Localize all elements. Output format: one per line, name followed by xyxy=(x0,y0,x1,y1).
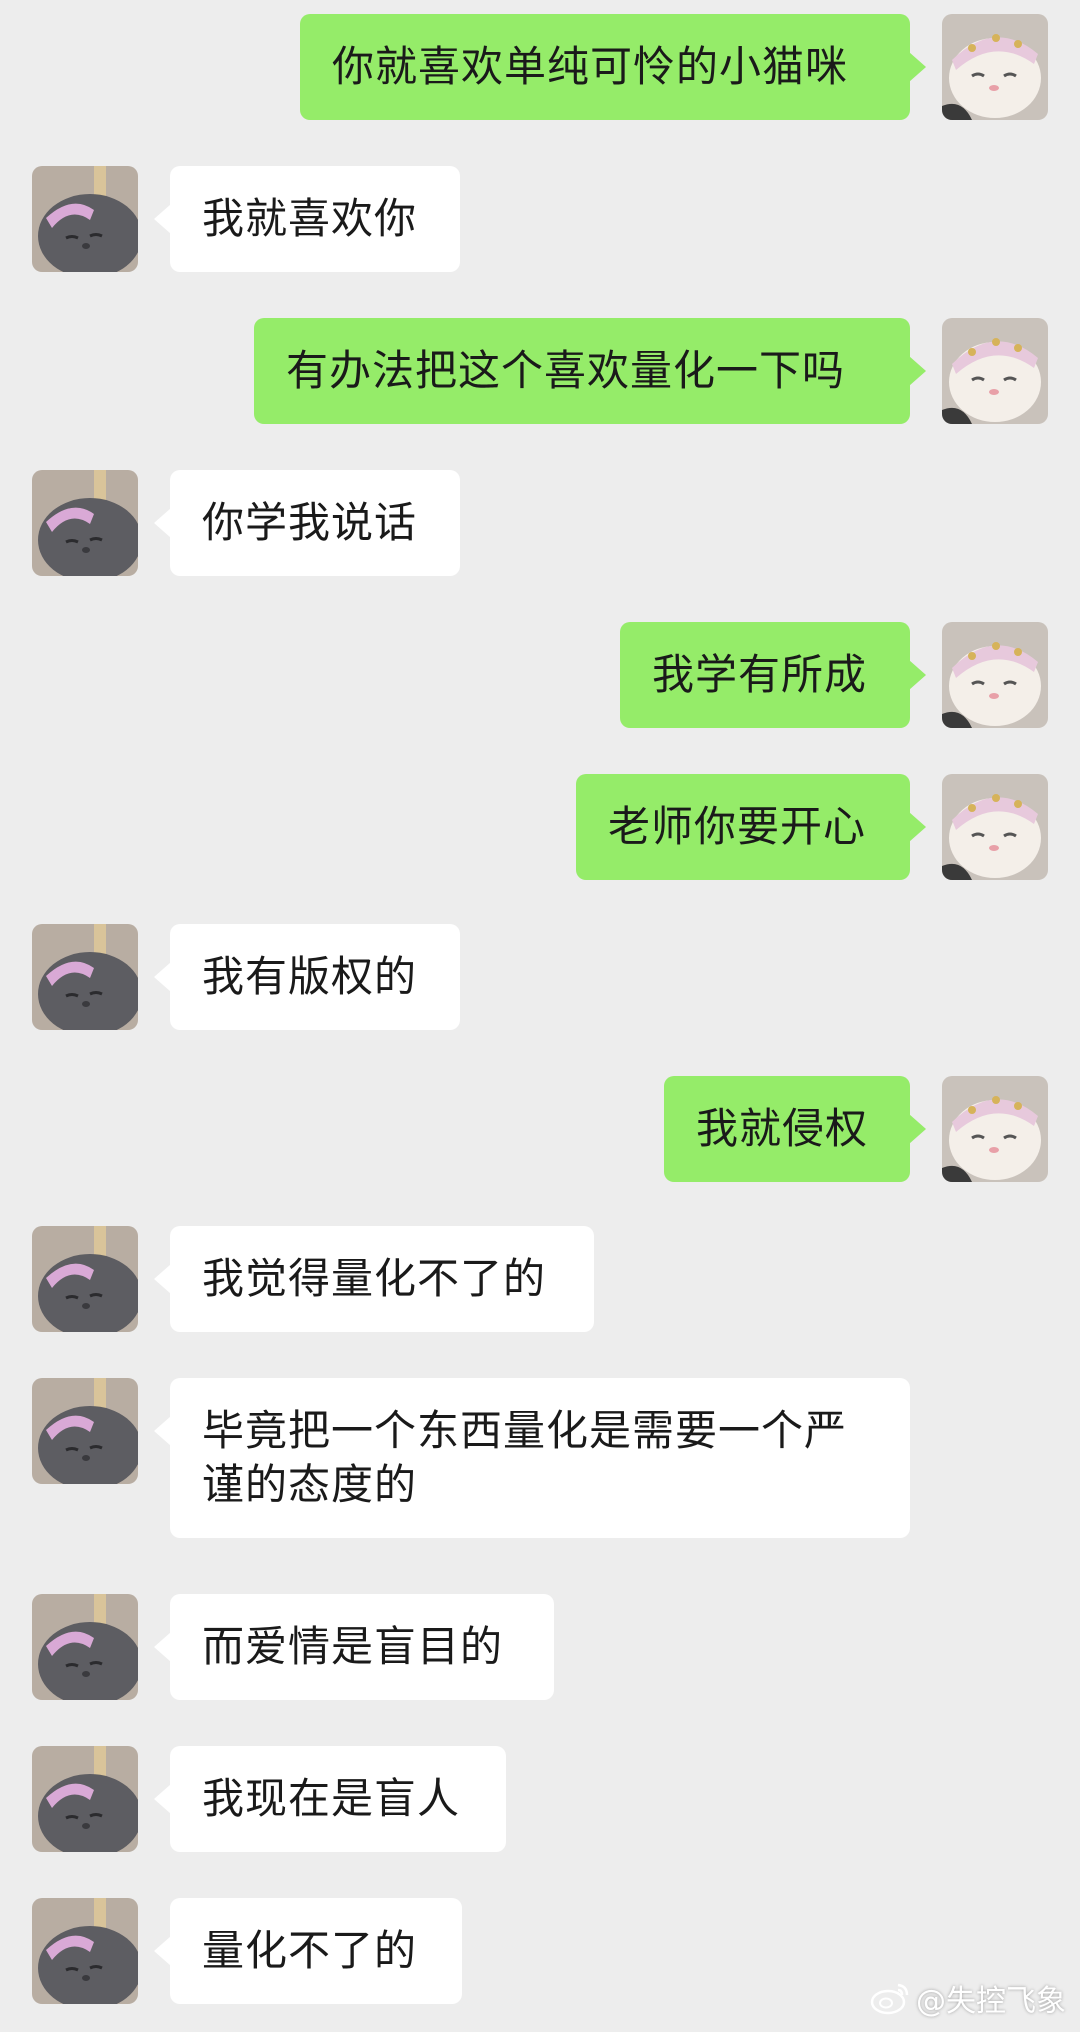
watermark-text: @失控飞象 xyxy=(916,1984,1066,2019)
message-bubble-other[interactable]: 而爱情是盲目的 xyxy=(154,1594,554,1700)
message-text: 我就侵权 xyxy=(696,1104,869,1153)
avatar-other[interactable] xyxy=(32,1226,138,1332)
message-bubble-self[interactable]: 你就喜欢单纯可怜的小猫咪 xyxy=(300,14,926,120)
white-cat-avatar-icon xyxy=(942,622,1048,728)
white-cat-avatar-icon xyxy=(942,14,1048,120)
avatar-self[interactable] xyxy=(942,1076,1048,1182)
gray-cat-avatar-icon xyxy=(32,1898,138,2004)
avatar-other[interactable] xyxy=(32,1594,138,1700)
gray-cat-avatar-icon xyxy=(32,470,138,576)
message-bubble-other[interactable]: 我有版权的 xyxy=(154,924,460,1030)
white-cat-avatar-icon xyxy=(942,318,1048,424)
message-bubble-other[interactable]: 毕竟把一个东西量化是需要一个严谨的态度的 xyxy=(154,1378,910,1538)
message-text: 我学有所成 xyxy=(652,650,868,699)
message-bubble-other[interactable]: 我觉得量化不了的 xyxy=(154,1226,594,1332)
watermark: @失控飞象 xyxy=(870,1976,1066,2020)
message-text: 我觉得量化不了的 xyxy=(202,1254,547,1303)
message-bubble-self[interactable]: 我学有所成 xyxy=(620,622,926,728)
avatar-self[interactable] xyxy=(942,318,1048,424)
gray-cat-avatar-icon xyxy=(32,1746,138,1852)
message-text: 你学我说话 xyxy=(202,498,418,547)
message-bubble-other[interactable]: 我就喜欢你 xyxy=(154,166,460,272)
message-text: 我有版权的 xyxy=(202,952,418,1001)
avatar-other[interactable] xyxy=(32,924,138,1030)
avatar-other[interactable] xyxy=(32,1898,138,2004)
message-text: 有办法把这个喜欢量化一下吗 xyxy=(286,346,846,395)
message-text: 你就喜欢单纯可怜的小猫咪 xyxy=(332,42,849,91)
message-bubble-self[interactable]: 有办法把这个喜欢量化一下吗 xyxy=(254,318,926,424)
avatar-other[interactable] xyxy=(32,1378,138,1484)
avatar-self[interactable] xyxy=(942,774,1048,880)
message-bubble-other[interactable]: 量化不了的 xyxy=(154,1898,462,2004)
avatar-self[interactable] xyxy=(942,622,1048,728)
gray-cat-avatar-icon xyxy=(32,166,138,272)
message-text: 我现在是盲人 xyxy=(202,1774,461,1823)
message-bubble-other[interactable]: 我现在是盲人 xyxy=(154,1746,506,1852)
message-text: 老师你要开心 xyxy=(608,802,867,851)
avatar-other[interactable] xyxy=(32,1746,138,1852)
gray-cat-avatar-icon xyxy=(32,1378,138,1484)
white-cat-avatar-icon xyxy=(942,774,1048,880)
message-bubble-self[interactable]: 我就侵权 xyxy=(664,1076,926,1182)
avatar-other[interactable] xyxy=(32,470,138,576)
gray-cat-avatar-icon xyxy=(32,1226,138,1332)
chat-area: 你就喜欢单纯可怜的小猫咪 我就喜欢你 有办法把这个喜欢量化一下吗 你学我说话 我… xyxy=(0,0,1080,2032)
message-text: 而爱情是盲目的 xyxy=(202,1622,504,1671)
avatar-self[interactable] xyxy=(942,14,1048,120)
white-cat-avatar-icon xyxy=(942,1076,1048,1182)
message-text: 我就喜欢你 xyxy=(202,194,418,243)
avatar-other[interactable] xyxy=(32,166,138,272)
message-bubble-self[interactable]: 老师你要开心 xyxy=(576,774,926,880)
message-text: 量化不了的 xyxy=(202,1926,418,1975)
gray-cat-avatar-icon xyxy=(32,924,138,1030)
message-bubble-other[interactable]: 你学我说话 xyxy=(154,470,460,576)
message-text: 毕竟把一个东西量化是需要一个严谨的态度的 xyxy=(202,1406,848,1509)
gray-cat-avatar-icon xyxy=(32,1594,138,1700)
weibo-icon xyxy=(870,1983,909,2015)
